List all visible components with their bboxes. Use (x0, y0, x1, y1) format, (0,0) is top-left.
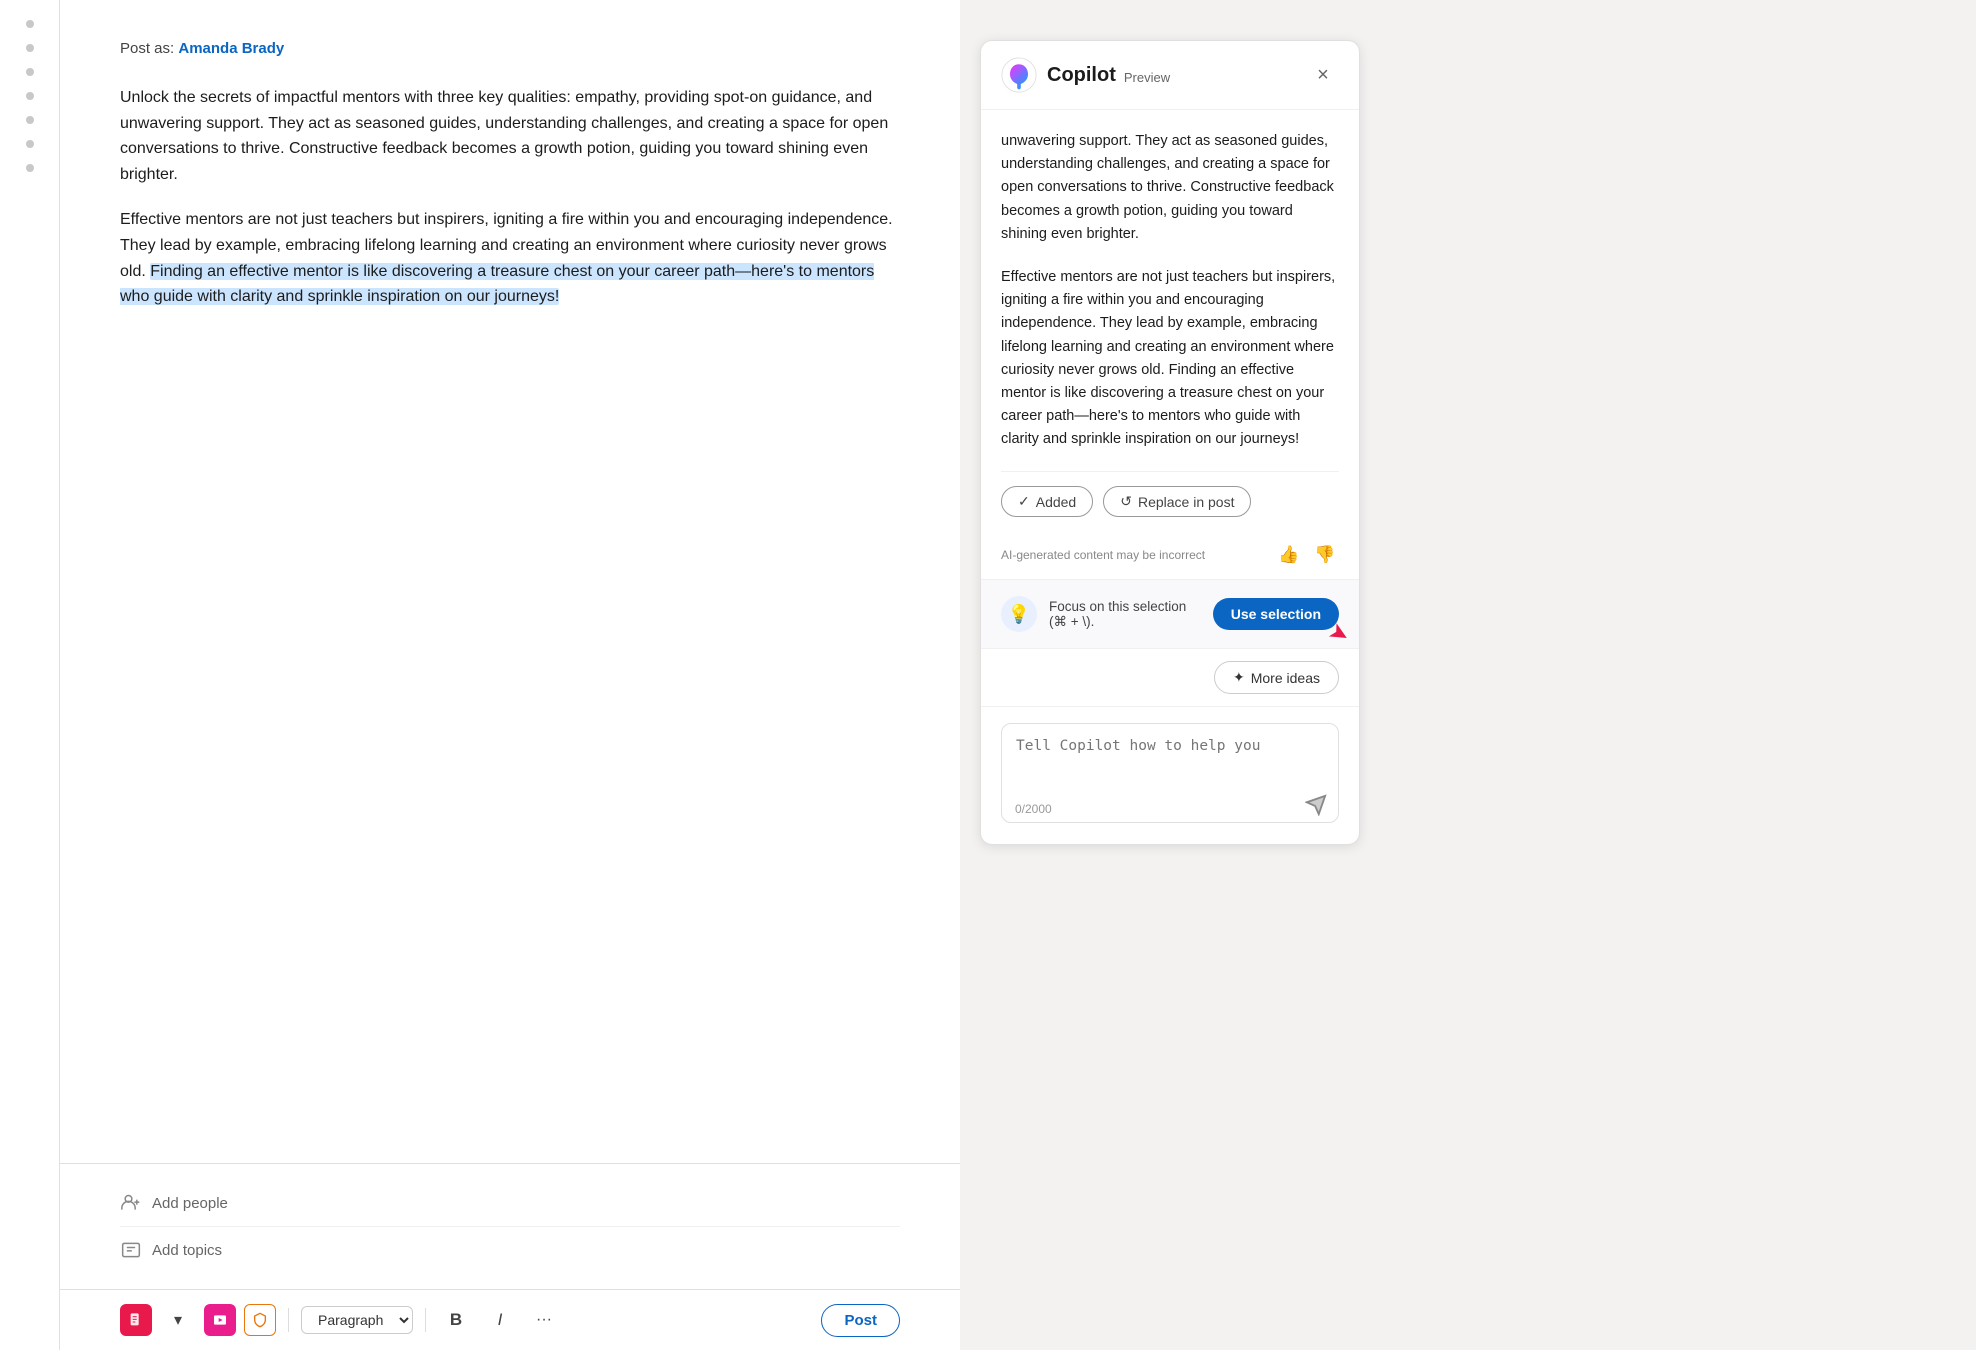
copilot-content-1: unwavering support. They act as seasoned… (1001, 130, 1339, 246)
lightbulb-icon: 💡 (1001, 596, 1037, 632)
copilot-input-wrapper: 0/2000 (1001, 723, 1339, 828)
copilot-send-button[interactable] (1305, 794, 1327, 816)
footer-actions: Add people Add topics (60, 1163, 960, 1289)
paragraph-2[interactable]: Effective mentors are not just teachers … (120, 207, 900, 309)
checkmark-icon: ✓ (1018, 493, 1030, 510)
add-people-label: Add people (152, 1195, 228, 1212)
copilot-preview-badge: Preview (1124, 70, 1170, 85)
copilot-content-2: Effective mentors are not just teachers … (1001, 266, 1339, 452)
copilot-close-button[interactable]: × (1307, 59, 1339, 91)
author-name[interactable]: Amanda Brady (178, 40, 284, 57)
add-topics-icon (120, 1239, 142, 1261)
post-toolbar: ▾ Paragraph B I ··· Post (60, 1289, 960, 1350)
format-doc-icon[interactable] (120, 1304, 152, 1336)
selection-shortcut: (⌘ + \). (1049, 614, 1094, 629)
more-ideas-row: ✦ More ideas (981, 648, 1359, 706)
post-editor: Post as: Amanda Brady Unlock the secrets… (60, 0, 960, 1350)
added-button[interactable]: ✓ Added (1001, 486, 1093, 517)
replace-label: Replace in post (1138, 494, 1235, 510)
post-as-line: Post as: Amanda Brady (120, 40, 900, 57)
shield-icon[interactable] (244, 1304, 276, 1336)
more-ideas-label: More ideas (1251, 670, 1320, 686)
char-count: 0/2000 (1015, 802, 1052, 816)
sidebar-dot-1 (26, 20, 34, 28)
ai-disclaimer-text: AI-generated content may be incorrect (1001, 548, 1205, 562)
replace-icon: ↺ (1120, 493, 1132, 510)
feedback-icons: 👍 👎 (1275, 541, 1339, 569)
use-selection-button[interactable]: Use selection (1213, 598, 1339, 630)
focus-selection-area: 💡 Focus on this selection (⌘ + \). Use s… (981, 579, 1359, 648)
post-button[interactable]: Post (821, 1304, 900, 1337)
copilot-input-area: 0/2000 (981, 706, 1359, 844)
selection-label: Focus on this selection (1049, 599, 1186, 614)
toolbar-divider (288, 1308, 289, 1332)
more-options-button[interactable]: ··· (526, 1302, 562, 1338)
selection-text: Focus on this selection (⌘ + \). (1049, 599, 1201, 630)
thumbs-up-button[interactable]: 👍 (1275, 541, 1303, 569)
added-label: Added (1036, 494, 1076, 510)
copilot-title: Copilot (1047, 64, 1116, 87)
sidebar-dot-3 (26, 68, 34, 76)
sparkle-icon: ✦ (1233, 669, 1245, 686)
sidebar-dot-2 (26, 44, 34, 52)
replace-in-post-button[interactable]: ↺ Replace in post (1103, 486, 1251, 517)
sidebar-dot-5 (26, 116, 34, 124)
paragraph-2-highlighted[interactable]: Finding an effective mentor is like disc… (120, 263, 874, 306)
copilot-header: Copilot Preview × (981, 41, 1359, 110)
copilot-body: unwavering support. They act as seasoned… (981, 110, 1359, 579)
sidebar-dot-7 (26, 164, 34, 172)
media-icon[interactable] (204, 1304, 236, 1336)
sidebar-dot-4 (26, 92, 34, 100)
more-ideas-button[interactable]: ✦ More ideas (1214, 661, 1339, 694)
use-selection-wrapper: Use selection ➤ (1213, 598, 1339, 630)
bold-button[interactable]: B (438, 1302, 474, 1338)
left-sidebar (0, 0, 60, 1350)
selection-row: 💡 Focus on this selection (⌘ + \). Use s… (1001, 596, 1339, 632)
post-as-label: Post as: (120, 40, 174, 57)
toolbar-divider-2 (425, 1308, 426, 1332)
paragraph-format-select[interactable]: Paragraph (301, 1306, 413, 1334)
copilot-logo-icon (1001, 57, 1037, 93)
add-people-icon (120, 1192, 142, 1214)
paragraph-1[interactable]: Unlock the secrets of impactful mentors … (120, 85, 900, 187)
add-topics-row[interactable]: Add topics (120, 1227, 900, 1273)
sidebar-dot-6 (26, 140, 34, 148)
copilot-action-buttons: ✓ Added ↺ Replace in post (1001, 471, 1339, 531)
ai-disclaimer-row: AI-generated content may be incorrect 👍 … (1001, 531, 1339, 579)
copilot-panel: Copilot Preview × unwavering support. Th… (980, 40, 1360, 845)
thumbs-down-button[interactable]: 👎 (1311, 541, 1339, 569)
post-body: Unlock the secrets of impactful mentors … (120, 85, 900, 310)
italic-button[interactable]: I (482, 1302, 518, 1338)
add-topics-label: Add topics (152, 1242, 222, 1259)
add-people-row[interactable]: Add people (120, 1180, 900, 1227)
toolbar-dropdown-arrow[interactable]: ▾ (160, 1302, 196, 1338)
post-footer: Add people Add topics ▾ (60, 1163, 960, 1350)
